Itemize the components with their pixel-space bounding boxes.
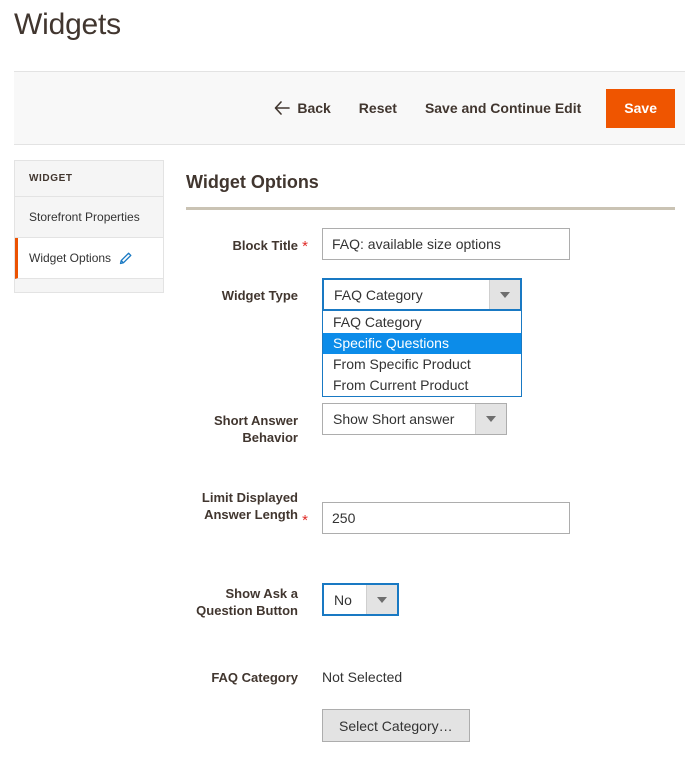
page-title: Widgets — [14, 8, 121, 41]
field-control: Not Selected — [312, 661, 675, 687]
short-answer-behavior-select[interactable]: Show Short answer — [322, 403, 507, 435]
block-title-input[interactable] — [322, 228, 570, 260]
dropdown-option[interactable]: FAQ Category — [323, 312, 521, 333]
field-control: No — [312, 576, 675, 616]
save-and-continue-edit-button[interactable]: Save and Continue Edit — [411, 100, 595, 116]
field-control — [312, 228, 675, 260]
dropdown-option-highlighted[interactable]: Specific Questions — [323, 333, 521, 354]
sidebar-heading: WIDGET — [15, 161, 163, 197]
faq-category-value: Not Selected — [322, 669, 403, 685]
short-answer-behavior-value: Show Short answer — [333, 411, 455, 427]
required-asterisk — [298, 403, 312, 413]
required-asterisk: * — [302, 512, 308, 529]
field-faq-category: FAQ Category Not Selected — [186, 661, 675, 687]
sidebar-item-widget-options[interactable]: Widget Options — [15, 238, 163, 279]
field-short-answer-behavior: Short Answer Behavior Show Short answer — [186, 403, 675, 446]
field-control — [312, 480, 675, 534]
required-asterisk — [298, 576, 312, 586]
sidebar-item-storefront-properties[interactable]: Storefront Properties — [15, 197, 163, 238]
field-label: Show Ask a Question Button — [196, 586, 298, 618]
widget-options-panel: Widget Options Block Title * Widget Type… — [186, 172, 675, 742]
sidebar-item-label: Storefront Properties — [29, 210, 140, 224]
show-ask-a-question-value: No — [334, 591, 352, 608]
field-limit-displayed-answer-length: Limit Displayed Answer Length * — [186, 480, 675, 534]
sidebar-spacer — [15, 279, 163, 292]
save-and-continue-edit-label: Save and Continue Edit — [424, 100, 582, 116]
required-asterisk: * — [302, 238, 308, 255]
limit-displayed-answer-length-input[interactable] — [322, 502, 570, 534]
reset-button-label: Reset — [358, 100, 397, 116]
widget-type-dropdown-list[interactable]: FAQ Category Specific Questions From Spe… — [322, 311, 522, 397]
pencil-icon — [119, 252, 132, 265]
chevron-down-icon[interactable] — [489, 280, 520, 309]
required-asterisk — [298, 278, 312, 288]
field-label: Widget Type — [221, 288, 298, 303]
dropdown-option[interactable]: From Specific Product — [323, 354, 521, 375]
field-label: FAQ Category — [211, 670, 298, 685]
widget-sidebar: WIDGET Storefront Properties Widget Opti… — [14, 160, 164, 293]
select-category-button[interactable]: Select Category… — [322, 709, 470, 742]
section-divider — [186, 207, 675, 210]
back-button[interactable]: Back — [264, 100, 344, 116]
field-block-title: Block Title * — [186, 228, 675, 260]
reset-button[interactable]: Reset — [345, 100, 411, 116]
field-label: Block Title — [232, 238, 298, 253]
sidebar-item-label: Widget Options — [29, 251, 112, 265]
chevron-down-icon[interactable] — [366, 585, 397, 614]
save-button[interactable]: Save — [606, 88, 675, 128]
chevron-down-icon[interactable] — [475, 404, 506, 434]
page-actions-toolbar: Back Reset Save and Continue Edit Save — [14, 71, 685, 145]
widget-type-selected-value: FAQ Category — [334, 286, 423, 303]
section-title: Widget Options — [186, 172, 319, 192]
arrow-left-icon — [274, 101, 291, 115]
widget-type-select[interactable]: FAQ Category — [322, 278, 522, 311]
back-button-label: Back — [297, 100, 331, 116]
field-control: Show Short answer — [312, 403, 675, 435]
field-widget-type: Widget Type FAQ Category FAQ Category Sp… — [186, 278, 675, 397]
show-ask-a-question-select[interactable]: No — [322, 583, 399, 616]
required-asterisk — [298, 661, 312, 671]
widgets-edit-page: Widgets Back Reset Save and Continue Edi… — [0, 0, 685, 762]
dropdown-option[interactable]: From Current Product — [323, 375, 521, 396]
field-control: FAQ Category FAQ Category Specific Quest… — [312, 278, 675, 397]
field-label: Short Answer Behavior — [213, 413, 298, 445]
field-show-ask-a-question-button: Show Ask a Question Button No — [186, 576, 675, 619]
field-label: Limit Displayed Answer Length — [201, 490, 298, 522]
select-category-row: Select Category… — [322, 709, 675, 742]
